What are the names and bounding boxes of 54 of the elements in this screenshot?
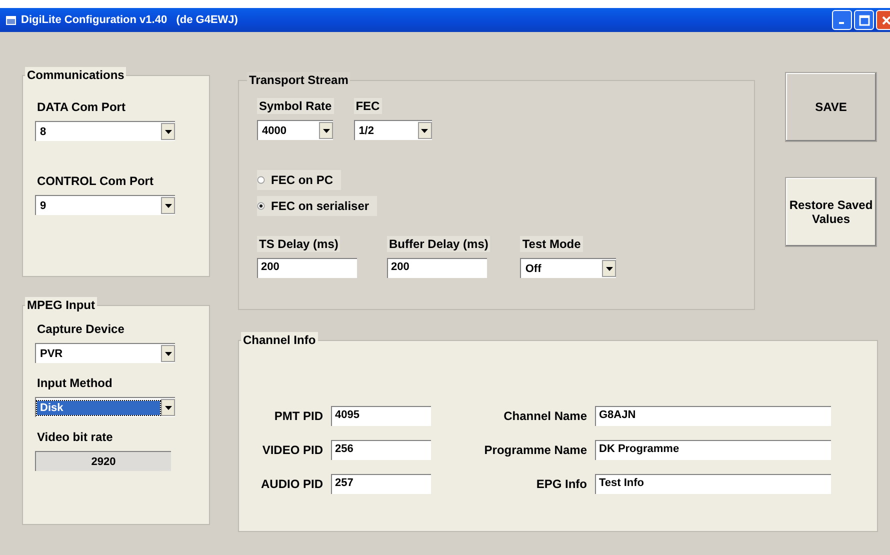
radio-icon[interactable] bbox=[257, 176, 265, 184]
field-label: Input Method bbox=[36, 375, 114, 391]
dropdown-arrow-icon[interactable] bbox=[606, 266, 613, 270]
action-button[interactable]: SAVE bbox=[785, 72, 877, 142]
dropdown-arrow-icon[interactable] bbox=[322, 128, 330, 132]
pid-input[interactable]: 4095 bbox=[331, 406, 431, 426]
dropdown-arrow-icon[interactable] bbox=[164, 352, 172, 356]
delay-input[interactable]: 200 bbox=[387, 258, 487, 278]
field-label: Symbol Rate bbox=[257, 98, 334, 114]
text-input[interactable]: Test Info bbox=[595, 474, 831, 494]
pid-input[interactable]: 257 bbox=[331, 474, 431, 494]
field-label: CONTROL Com Port bbox=[36, 173, 154, 189]
field-label: Programme Name bbox=[483, 443, 587, 457]
maximize-button[interactable] bbox=[854, 10, 874, 30]
dropdown-arrow-icon[interactable] bbox=[164, 130, 172, 134]
dropdown-arrow-icon[interactable] bbox=[421, 128, 428, 132]
window-title: DigiLite Configuration v1.40 (de G4EWJ) bbox=[21, 14, 238, 26]
text-input[interactable]: G8AJN bbox=[595, 406, 831, 426]
field-label: FEC bbox=[354, 98, 382, 114]
bit-rate-readout: 2920 bbox=[35, 451, 171, 471]
text-input[interactable]: DK Programme bbox=[595, 440, 831, 460]
value-dropdown[interactable]: 1/2 bbox=[354, 120, 432, 140]
field-label: AUDIO PID bbox=[260, 477, 323, 491]
port-dropdown[interactable]: 9 bbox=[35, 195, 175, 215]
dropdown-arrow-icon[interactable] bbox=[164, 406, 172, 410]
test-mode-dropdown[interactable]: Off bbox=[520, 258, 616, 278]
window-icon bbox=[6, 16, 16, 24]
close-button[interactable] bbox=[876, 10, 890, 30]
input-dropdown[interactable]: Disk bbox=[35, 397, 175, 417]
field-label: Buffer Delay (ms) bbox=[387, 236, 490, 252]
fec-radio-option[interactable]: FEC on PC bbox=[257, 170, 341, 190]
maximize-icon[interactable] bbox=[858, 14, 870, 26]
field-label: Capture Device bbox=[36, 321, 126, 337]
port-dropdown[interactable]: 8 bbox=[35, 121, 175, 141]
input-dropdown[interactable]: PVR bbox=[35, 343, 175, 363]
field-label: DATA Com Port bbox=[36, 99, 126, 115]
field-label: EPG Info bbox=[535, 477, 587, 491]
fec-radio-option[interactable]: FEC on serialiser bbox=[257, 196, 378, 216]
field-label: TS Delay (ms) bbox=[257, 236, 340, 252]
close-icon[interactable] bbox=[880, 14, 890, 26]
value-dropdown[interactable]: 4000 bbox=[257, 120, 333, 140]
field-label: PMT PID bbox=[273, 409, 323, 423]
minimize-button[interactable] bbox=[832, 10, 852, 30]
delay-input[interactable]: 200 bbox=[257, 258, 357, 278]
field-label: VIDEO PID bbox=[261, 443, 323, 457]
pid-input[interactable]: 256 bbox=[331, 440, 431, 460]
field-label: Test Mode bbox=[520, 236, 583, 252]
action-button[interactable]: Restore Saved Values bbox=[785, 177, 877, 247]
field-label: Video bit rate bbox=[36, 429, 114, 445]
dropdown-arrow-icon[interactable] bbox=[164, 204, 172, 208]
group-title: MPEG Input bbox=[25, 297, 97, 313]
group-title: Transport Stream bbox=[247, 72, 350, 88]
radio-icon[interactable] bbox=[257, 202, 265, 210]
field-label: Channel Name bbox=[502, 409, 587, 423]
